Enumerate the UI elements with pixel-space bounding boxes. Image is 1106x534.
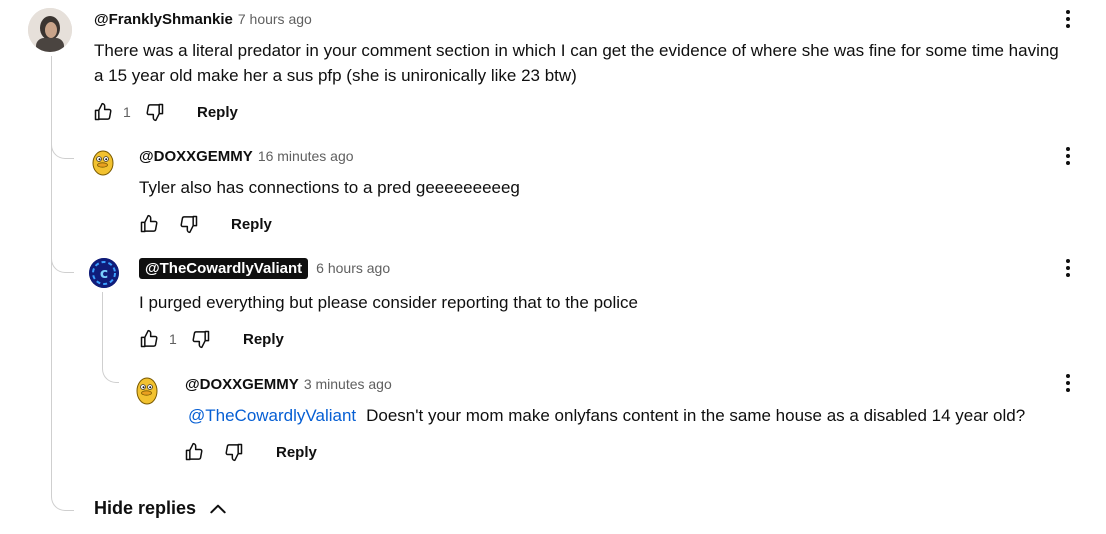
- avatar[interactable]: [90, 148, 116, 176]
- avatar-photo: [28, 8, 72, 52]
- comment-header: @DOXXGEMMY 16 minutes ago: [139, 148, 354, 166]
- comment-time[interactable]: 3 minutes ago: [304, 376, 392, 392]
- comment-author[interactable]: @DOXXGEMMY: [139, 148, 253, 165]
- avatar-logo: c: [89, 258, 119, 288]
- comment-header: @TheCowardlyValiant 6 hours ago: [139, 258, 390, 279]
- thumbs-up-icon[interactable]: [182, 440, 206, 464]
- comment-author[interactable]: @DOXXGEMMY: [185, 376, 299, 393]
- more-vert-icon[interactable]: [1065, 259, 1071, 277]
- reply-button[interactable]: Reply: [231, 216, 272, 233]
- comment-text: Tyler also has connections to a pred gee…: [139, 178, 520, 197]
- comment-actions: Reply: [182, 440, 317, 464]
- hide-replies-label: Hide replies: [94, 498, 197, 518]
- avatar[interactable]: c: [89, 258, 119, 288]
- comment-text-line: a 15 year old make her a sus pfp (she is…: [94, 66, 577, 85]
- thumbs-up-icon[interactable]: [137, 327, 161, 351]
- thread-connector-2: [51, 254, 74, 273]
- comment-time[interactable]: 6 hours ago: [316, 260, 390, 276]
- comment-header: @DOXXGEMMY 3 minutes ago: [185, 376, 392, 394]
- avatar-duck: [92, 150, 114, 176]
- comment-author[interactable]: @FranklyShmankie: [94, 11, 233, 28]
- avatar[interactable]: [134, 375, 160, 405]
- thumbs-up-icon[interactable]: [91, 100, 115, 124]
- owner-handle-chip[interactable]: @TheCowardlyValiant: [139, 258, 309, 279]
- more-vert-icon[interactable]: [1065, 147, 1071, 165]
- comment-time[interactable]: 7 hours ago: [238, 11, 312, 27]
- comment-text: I purged everything but please consider …: [139, 293, 638, 312]
- thread-connector-1: [51, 140, 74, 159]
- comment-text: @TheCowardlyValiant Doesn't your mom make…: [188, 403, 1025, 428]
- thread-connector-3: [102, 364, 119, 383]
- thumbs-up-icon[interactable]: [137, 212, 161, 236]
- more-vert-icon[interactable]: [1065, 10, 1071, 28]
- mention-link[interactable]: @TheCowardlyValiant: [188, 406, 356, 425]
- comment-actions: Reply: [137, 212, 272, 236]
- hide-replies-button[interactable]: Hide replies: [94, 498, 228, 519]
- reply-button[interactable]: Reply: [197, 104, 238, 121]
- comment-actions: 1 Reply: [91, 100, 238, 124]
- comment-actions: 1 Reply: [137, 327, 284, 351]
- more-vert-icon[interactable]: [1065, 374, 1071, 392]
- chevron-up-icon: [208, 499, 228, 519]
- comment-header: @FranklyShmankie 7 hours ago: [94, 11, 312, 29]
- avatar[interactable]: [28, 8, 72, 52]
- thumbs-down-icon[interactable]: [189, 327, 213, 351]
- thumbs-down-icon[interactable]: [143, 100, 167, 124]
- reply-button[interactable]: Reply: [276, 444, 317, 461]
- like-count: 1: [123, 104, 131, 120]
- svg-text:c: c: [100, 266, 108, 282]
- reply-button[interactable]: Reply: [243, 331, 284, 348]
- comment-text-body: Doesn't your mom make onlyfans content i…: [366, 406, 1026, 425]
- thread-line-nested: [102, 292, 103, 364]
- thumbs-down-icon[interactable]: [222, 440, 246, 464]
- thread-connector-hide: [51, 492, 74, 511]
- comment-text-line: There was a literal predator in your com…: [94, 41, 1059, 60]
- avatar-duck: [136, 377, 158, 405]
- like-count: 1: [169, 331, 177, 347]
- comment-time[interactable]: 16 minutes ago: [258, 148, 354, 164]
- thread-line-main: [51, 56, 52, 492]
- comment-text: There was a literal predator in your com…: [94, 38, 1059, 88]
- thumbs-down-icon[interactable]: [177, 212, 201, 236]
